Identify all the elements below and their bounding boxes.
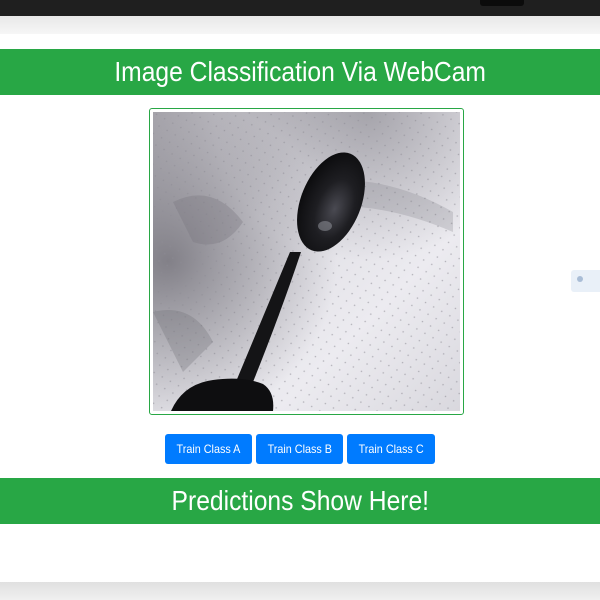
side-feedback-tab[interactable] [571,270,600,292]
top-gray-band [0,16,600,34]
top-bar-control[interactable] [480,0,524,6]
train-class-c-button[interactable]: Train Class C [347,434,436,464]
train-class-b-label: Train Class B [267,442,332,456]
train-class-a-label: Train Class A [176,442,241,456]
train-class-a-button[interactable]: Train Class A [164,434,252,464]
train-class-c-label: Train Class C [358,442,424,456]
title-banner: Image Classification Via WebCam [0,49,600,95]
train-class-b-button[interactable]: Train Class B [255,434,344,464]
browser-top-bar [0,0,600,16]
train-button-row: Train Class A Train Class B Train Class … [0,434,600,464]
page-title: Image Classification Via WebCam [114,56,486,87]
webcam-feed-image [153,112,460,411]
predictions-text: Predictions Show Here! [171,485,429,516]
webcam-video [153,112,460,411]
webcam-frame [149,108,464,415]
page-content: Image Classification Via WebCam Train Cl… [0,16,600,582]
bottom-gray-band [0,582,600,600]
predictions-banner: Predictions Show Here! [0,478,600,524]
side-tab-icon [577,276,583,282]
